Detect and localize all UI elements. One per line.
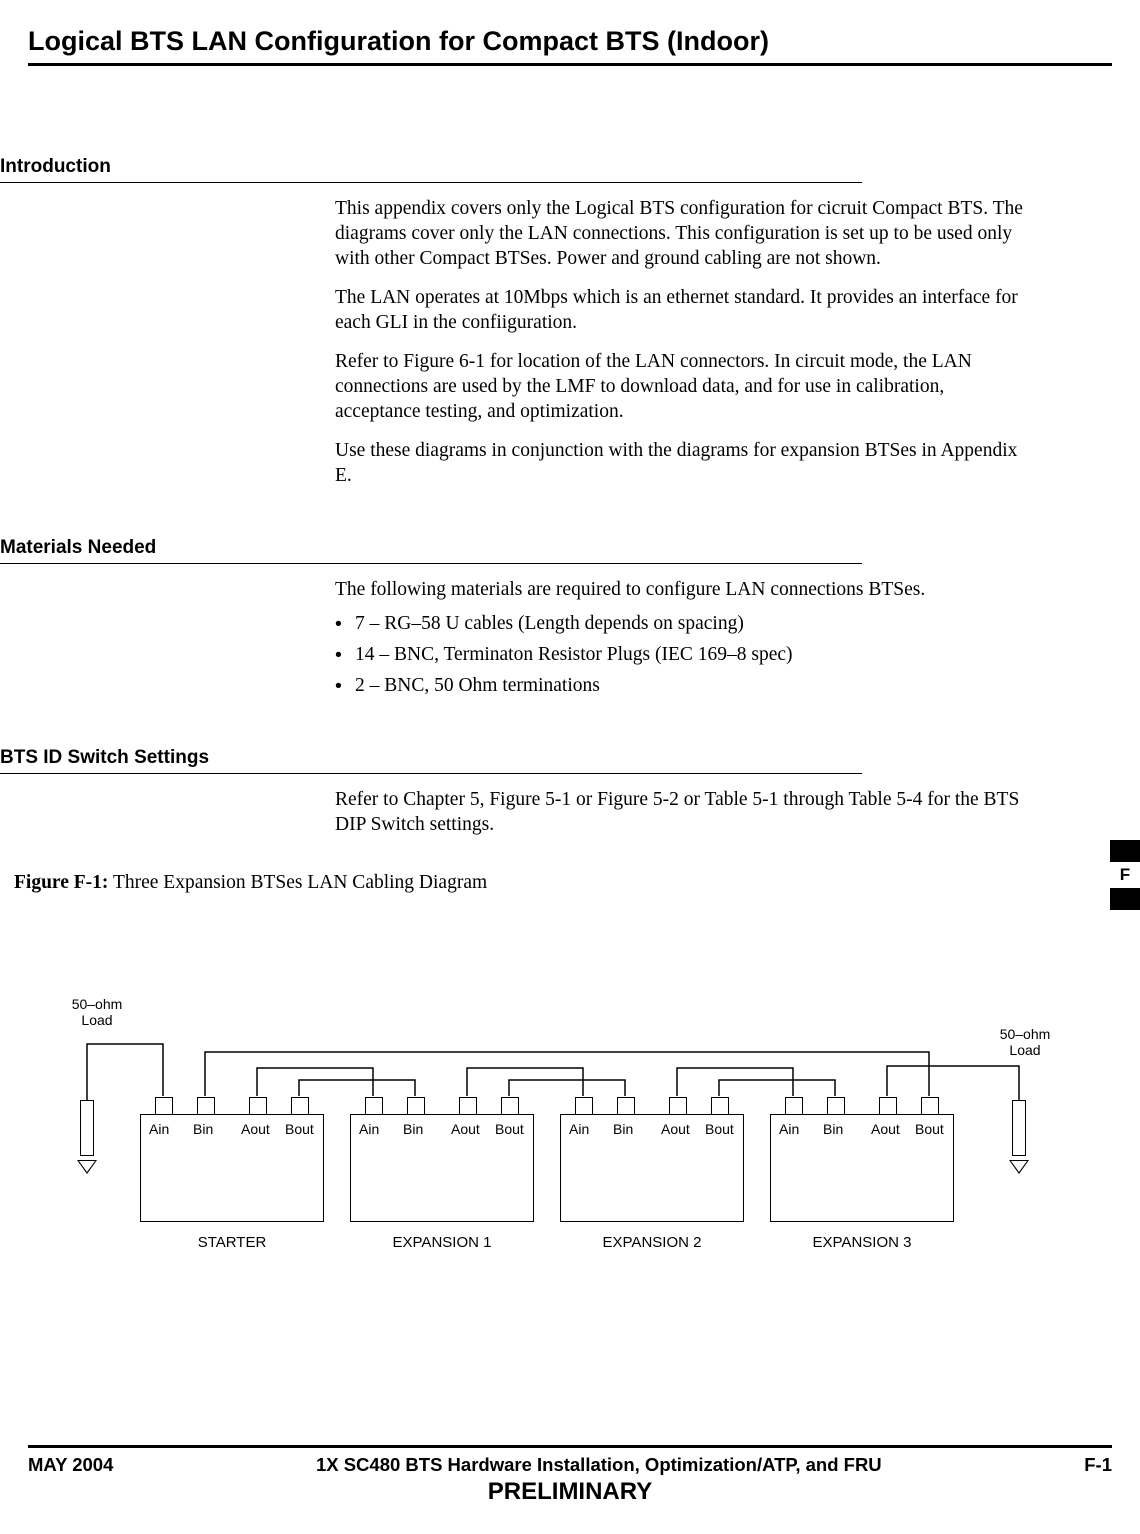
intro-body: This appendix covers only the Logical BT… — [335, 197, 1032, 489]
figure-caption: Figure F-1: Three Expansion BTSes LAN Ca… — [14, 872, 1112, 894]
page-title: Logical BTS LAN Configuration for Compac… — [28, 26, 1112, 57]
heading-materials: Materials Needed — [0, 537, 1112, 559]
materials-p1: The following materials are required to … — [335, 578, 1032, 603]
intro-p4: Use these diagrams in conjunction with t… — [335, 439, 1032, 489]
dip-p1: Refer to Chapter 5, Figure 5-1 or Figure… — [335, 788, 1032, 838]
figure-label: Figure F-1: — [14, 872, 108, 893]
footer-center: 1X SC480 BTS Hardware Installation, Opti… — [316, 1454, 882, 1476]
list-item-text: 7 – RG–58 U cables (Length depends on sp… — [355, 613, 744, 634]
materials-list: •7 – RG–58 U cables (Length depends on s… — [335, 612, 1032, 699]
materials-body: The following materials are required to … — [335, 578, 1032, 700]
list-item-text: 2 – BNC, 50 Ohm terminations — [355, 675, 600, 696]
footer-preliminary: PRELIMINARY — [28, 1478, 1112, 1506]
side-tab-letter: F — [1110, 862, 1140, 888]
intro-p1: This appendix covers only the Logical BT… — [335, 197, 1032, 272]
materials-underline — [0, 563, 862, 564]
footer-page: F-1 — [1084, 1454, 1112, 1476]
intro-underline — [0, 182, 862, 183]
footer-date: MAY 2004 — [28, 1454, 113, 1476]
list-item: •7 – RG–58 U cables (Length depends on s… — [335, 612, 1032, 637]
list-item: •2 – BNC, 50 Ohm terminations — [335, 674, 1032, 699]
list-item: •14 – BNC, Terminaton Resistor Plugs (IE… — [335, 643, 1032, 668]
heading-dip: BTS ID Switch Settings — [0, 747, 1112, 769]
intro-p3: Refer to Figure 6-1 for location of the … — [335, 350, 1032, 425]
dip-body: Refer to Chapter 5, Figure 5-1 or Figure… — [335, 788, 1032, 838]
dip-underline — [0, 773, 862, 774]
intro-p2: The LAN operates at 10Mbps which is an e… — [335, 286, 1032, 336]
figure-caption-text: Three Expansion BTSes LAN Cabling Diagra… — [113, 872, 487, 893]
page-footer: MAY 2004 1X SC480 BTS Hardware Installat… — [28, 1445, 1112, 1506]
side-tab: F — [1110, 840, 1140, 910]
title-rule — [28, 63, 1112, 66]
footer-rule — [28, 1445, 1112, 1448]
heading-introduction: Introduction — [0, 156, 1112, 178]
figure-diagram: 50–ohmLoad 50–ohmLoad Ain Bin Aout Bout … — [40, 954, 1072, 1294]
list-item-text: 14 – BNC, Terminaton Resistor Plugs (IEC… — [355, 644, 793, 665]
cables-svg — [40, 954, 1100, 1294]
